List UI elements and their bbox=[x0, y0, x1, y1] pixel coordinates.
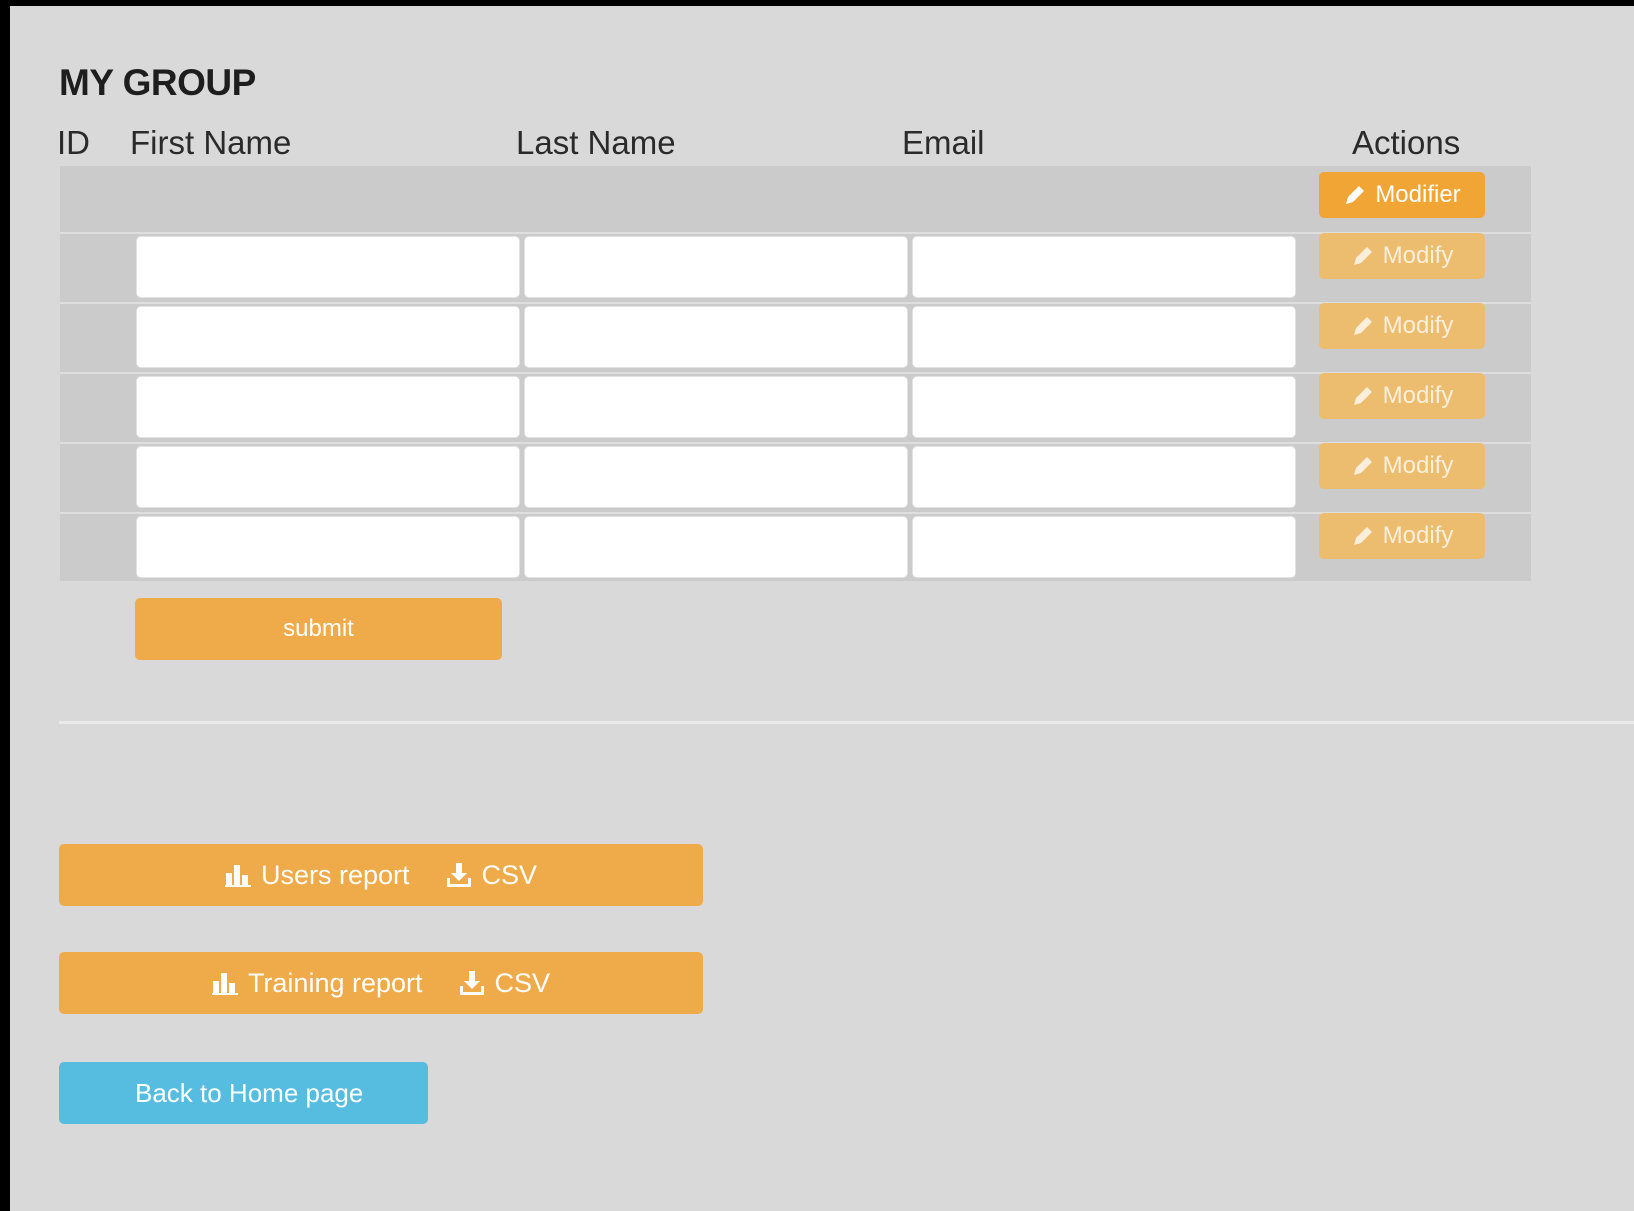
pencil-icon bbox=[1353, 247, 1372, 265]
first-name-input[interactable] bbox=[136, 236, 520, 298]
submit-button[interactable]: submit bbox=[135, 598, 502, 660]
page-title: MY GROUP bbox=[59, 62, 256, 103]
modify-button-label: Modify bbox=[1382, 242, 1454, 269]
modify-button[interactable]: Modify bbox=[1319, 373, 1485, 419]
email-input[interactable] bbox=[912, 516, 1296, 578]
users-report-csv-button[interactable]: Users report CSV bbox=[59, 844, 703, 906]
download-icon bbox=[446, 863, 471, 887]
modify-button-label: Modify bbox=[1382, 522, 1454, 549]
my-group-page: MY GROUP ID First Name Last Name Email A… bbox=[10, 6, 1634, 1211]
last-name-input[interactable] bbox=[524, 516, 908, 578]
modify-button-label: Modify bbox=[1382, 452, 1454, 479]
last-name-input[interactable] bbox=[524, 306, 908, 368]
first-name-input[interactable] bbox=[136, 516, 520, 578]
back-to-home-button[interactable]: Back to Home page bbox=[59, 1062, 428, 1124]
first-name-input[interactable] bbox=[136, 446, 520, 508]
users-report-label: Users report bbox=[260, 859, 410, 890]
pencil-icon bbox=[1353, 457, 1372, 475]
pencil-icon bbox=[1353, 387, 1372, 405]
email-input[interactable] bbox=[912, 446, 1296, 508]
training-report-format: CSV bbox=[494, 967, 551, 998]
download-icon bbox=[459, 971, 484, 995]
section-divider bbox=[59, 721, 1634, 724]
email-input[interactable] bbox=[912, 236, 1296, 298]
training-report-csv-button[interactable]: Training report CSV bbox=[59, 952, 703, 1014]
back-to-home-label: Back to Home page bbox=[135, 1077, 364, 1108]
last-name-input[interactable] bbox=[524, 236, 908, 298]
first-name-input[interactable] bbox=[136, 376, 520, 438]
bar-chart-icon bbox=[224, 865, 251, 887]
pencil-icon bbox=[1346, 186, 1365, 204]
last-name-input[interactable] bbox=[524, 376, 908, 438]
modify-button[interactable]: Modify bbox=[1319, 233, 1485, 279]
modify-button-label: Modify bbox=[1382, 382, 1454, 409]
column-header-email: Email bbox=[902, 124, 985, 161]
modifier-button-label: Modifier bbox=[1375, 181, 1461, 208]
modify-button-label: Modify bbox=[1382, 312, 1454, 339]
modify-button[interactable]: Modify bbox=[1319, 443, 1485, 489]
users-report-format: CSV bbox=[481, 859, 538, 890]
email-input[interactable] bbox=[912, 306, 1296, 368]
last-name-input[interactable] bbox=[524, 446, 908, 508]
email-input[interactable] bbox=[912, 376, 1296, 438]
bar-chart-icon bbox=[211, 973, 238, 995]
column-header-first-name: First Name bbox=[130, 124, 292, 161]
first-name-input[interactable] bbox=[136, 306, 520, 368]
modify-button[interactable]: Modify bbox=[1319, 303, 1485, 349]
training-report-label: Training report bbox=[247, 967, 423, 998]
pencil-icon bbox=[1353, 317, 1372, 335]
modifier-button[interactable]: Modifier bbox=[1319, 172, 1485, 218]
column-header-actions: Actions bbox=[1352, 124, 1461, 161]
submit-button-label: submit bbox=[283, 615, 354, 642]
pencil-icon bbox=[1353, 527, 1372, 545]
modify-button[interactable]: Modify bbox=[1319, 513, 1485, 559]
column-header-last-name: Last Name bbox=[516, 124, 676, 161]
table-header-row bbox=[60, 166, 1531, 232]
column-header-id: ID bbox=[57, 124, 90, 161]
